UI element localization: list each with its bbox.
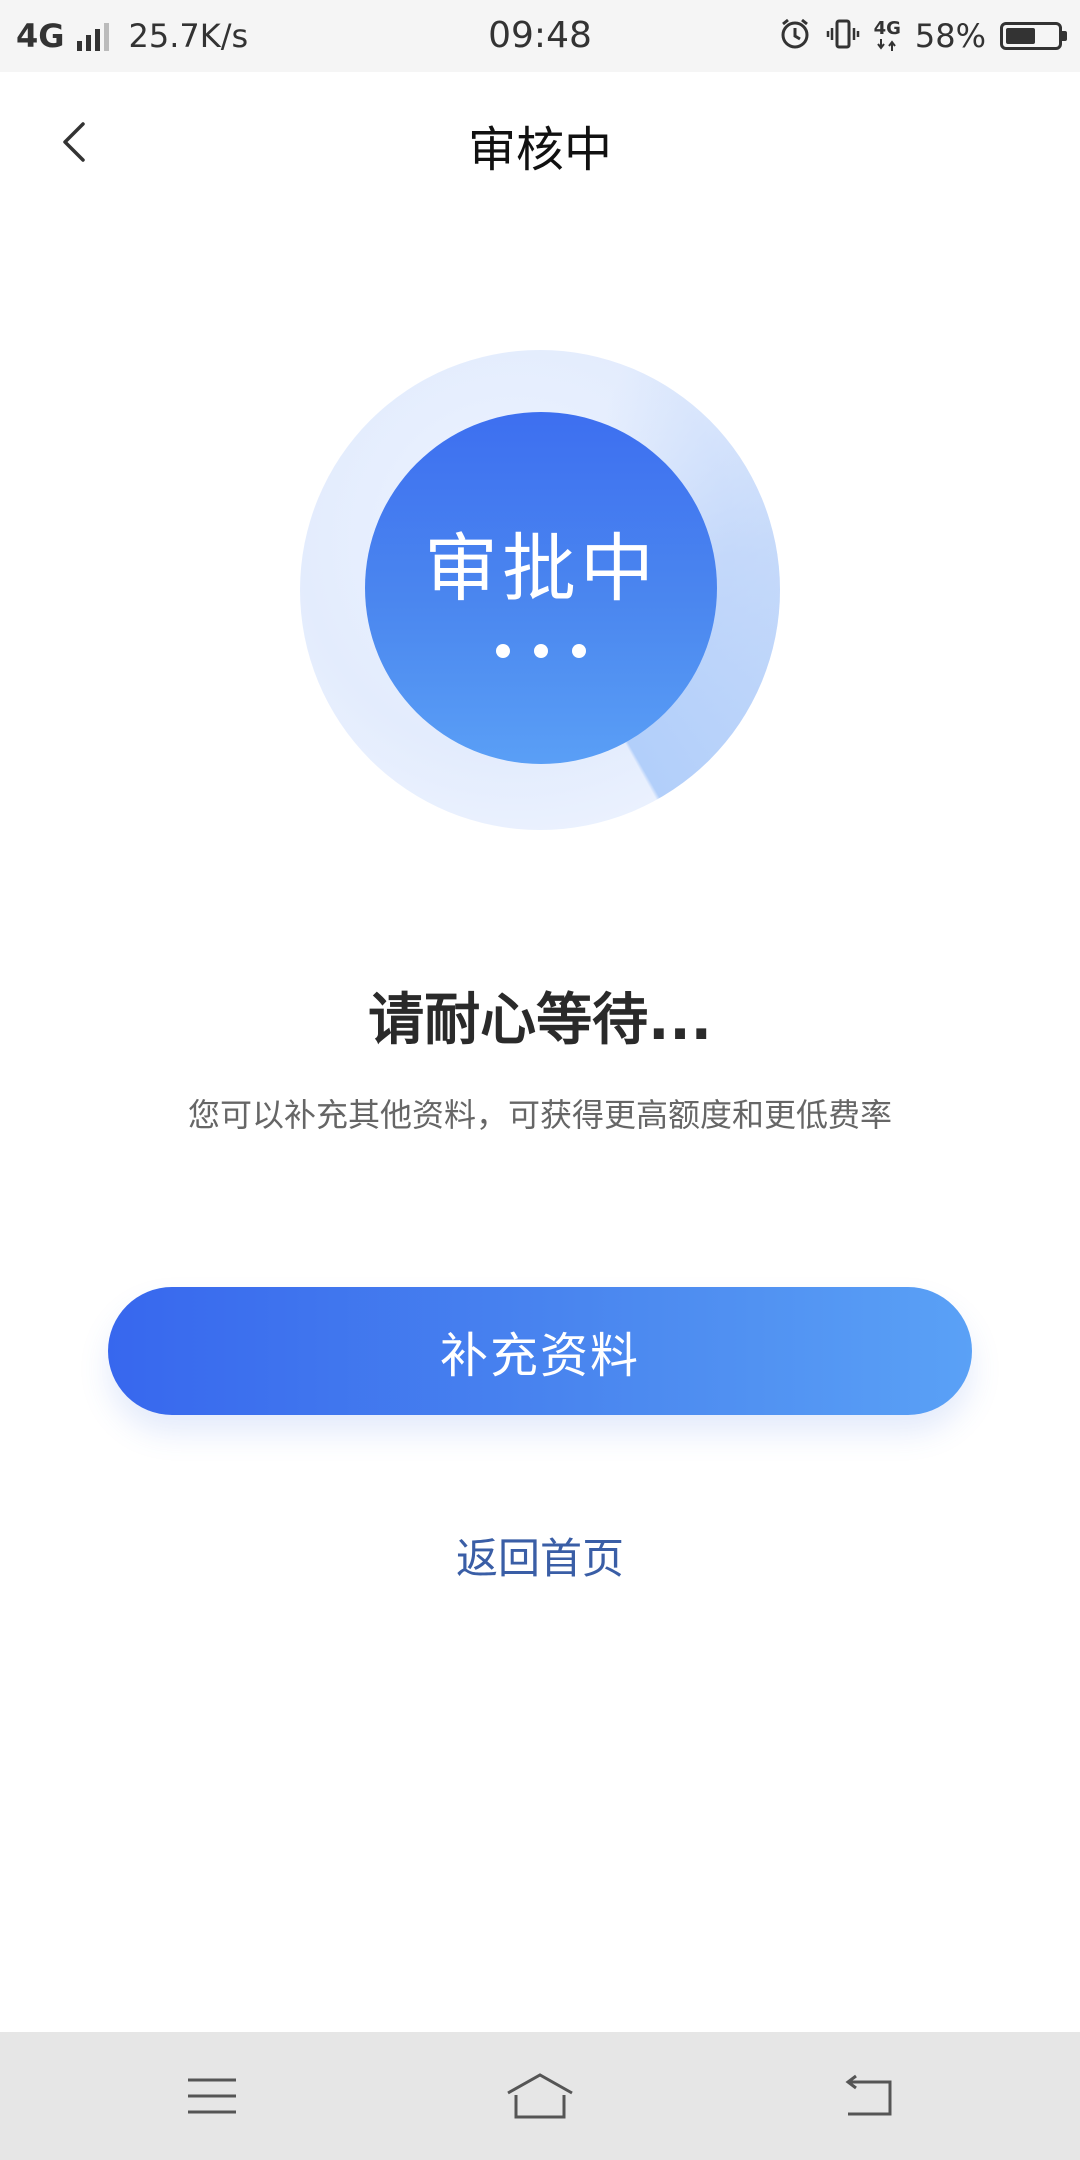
home-icon: [507, 2073, 573, 2119]
return-home-link[interactable]: 返回首页: [0, 1525, 1080, 1586]
home-button[interactable]: [490, 2066, 590, 2126]
network-4g-icon: 4G: [874, 20, 901, 52]
navigation-bar: 审核中: [0, 72, 1080, 212]
page-title: 审核中: [467, 122, 612, 178]
supplement-info-button-label: 补充资料: [439, 1328, 640, 1384]
status-bar: 4G 25.7K/s 09:48 4G 58%: [0, 0, 1080, 72]
menu-icon: [188, 2078, 236, 2114]
system-nav-bar: [0, 2032, 1080, 2160]
hint-text: 您可以补充其他资料，可获得更高额度和更低费率: [187, 1096, 892, 1134]
loading-dots: [496, 643, 586, 658]
back-nav-button[interactable]: [818, 2066, 918, 2126]
battery-icon: [1000, 22, 1067, 50]
supplement-info-button[interactable]: 补充资料: [108, 1287, 972, 1415]
menu-button[interactable]: [162, 2066, 262, 2126]
approval-status-illustration: 审批中: [300, 350, 780, 830]
status-circle: 审批中: [365, 412, 717, 764]
vibrate-icon: [826, 17, 860, 55]
headline: 请耐心等待...: [368, 988, 712, 1053]
alarm-icon: [778, 17, 812, 55]
battery-percent: 58%: [914, 17, 986, 55]
back-icon: [845, 2074, 892, 2116]
status-circle-text: 审批中: [424, 525, 658, 612]
